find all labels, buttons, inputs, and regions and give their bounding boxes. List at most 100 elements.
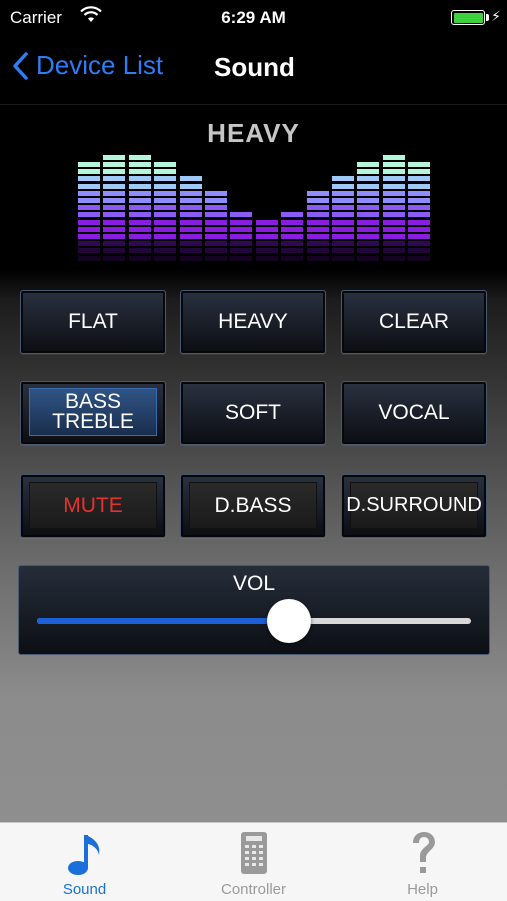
eq-segment (408, 162, 431, 167)
preset-clear-button[interactable]: CLEAR (341, 290, 487, 354)
eq-band-bar (78, 150, 100, 262)
eq-reflection-segment (103, 255, 126, 261)
preset-soft-button[interactable]: SOFT (180, 381, 326, 445)
volume-slider-thumb[interactable] (266, 599, 311, 643)
eq-segment (255, 234, 278, 239)
eq-segment (357, 219, 380, 225)
eq-segment (78, 212, 100, 218)
dbass-label: D.BASS (189, 482, 317, 529)
eq-reflection-segment (179, 255, 202, 261)
eq-segment (78, 169, 100, 175)
eq-segment (382, 169, 405, 175)
eq-segment (154, 234, 177, 239)
eq-segment (357, 162, 380, 167)
eq-reflection-segment (179, 241, 202, 247)
volume-slider-fill (37, 618, 289, 624)
eq-reflection-segment (357, 255, 380, 261)
dsurround-label: D.SURROUND (346, 482, 482, 529)
eq-segment (306, 205, 329, 211)
preset-heavy-button[interactable]: HEAVY (180, 290, 326, 354)
page-title: Sound (214, 52, 295, 82)
eq-segment (78, 226, 100, 232)
tab-sound[interactable]: Sound (0, 823, 169, 901)
eq-segment (408, 190, 431, 196)
eq-segment (382, 176, 405, 182)
eq-reflection-segment (357, 248, 380, 254)
eq-segment (332, 198, 354, 203)
eq-segment (103, 205, 126, 211)
volume-slider-track[interactable] (37, 599, 471, 643)
eq-reflection-segment (306, 241, 329, 247)
eq-reflection-segment (230, 241, 253, 247)
volume-label: VOL (232, 572, 276, 595)
preset-vocal-button[interactable]: VOCAL (341, 381, 487, 445)
back-button[interactable]: Device List (12, 50, 163, 81)
eq-segment (306, 212, 329, 218)
eq-reflection-segment (103, 248, 126, 254)
eq-band-bar (255, 150, 278, 262)
battery-icon (451, 10, 485, 25)
eq-segment (179, 226, 202, 232)
eq-segment (306, 226, 329, 232)
eq-band-bar (332, 150, 354, 262)
eq-segment (128, 234, 151, 239)
eq-segment (103, 154, 126, 160)
eq-reflection-segment (255, 255, 278, 261)
eq-segment (357, 176, 380, 182)
eq-segment (154, 190, 177, 196)
eq-segment (332, 176, 354, 182)
mute-button[interactable]: MUTE (20, 474, 166, 538)
eq-segment (179, 205, 202, 211)
eq-segment (332, 205, 354, 211)
dsurround-button[interactable]: D.SURROUND (341, 474, 487, 538)
eq-segment (179, 219, 202, 225)
eq-band-bar (128, 150, 151, 262)
tab-bar: Sound Controller Help (0, 822, 507, 901)
eq-reflection-segment (281, 248, 304, 254)
tab-help-label: Help (407, 881, 438, 898)
preset-flat-button[interactable]: FLAT (20, 290, 166, 354)
eq-band-bar (179, 150, 202, 262)
preset-vocal-label: VOCAL (378, 401, 450, 424)
eq-segment (128, 219, 151, 225)
eq-segment (128, 198, 151, 203)
eq-reflection-segment (408, 255, 431, 261)
eq-segment (205, 190, 227, 196)
eq-segment (332, 190, 354, 196)
eq-segment (179, 190, 202, 196)
eq-segment (78, 190, 100, 196)
eq-segment (306, 190, 329, 196)
eq-reflection-segment (128, 248, 151, 254)
eq-segment (205, 234, 227, 239)
eq-segment (128, 212, 151, 218)
eq-segment (78, 198, 100, 203)
tab-controller[interactable]: Controller (169, 823, 338, 901)
eq-segment (154, 226, 177, 232)
eq-segment (382, 205, 405, 211)
preset-bass-treble-button[interactable]: BASS TREBLE (20, 381, 166, 445)
eq-segment (154, 176, 177, 182)
preset-soft-label: SOFT (225, 401, 281, 424)
eq-reflection-segment (382, 241, 405, 247)
preset-clear-label: CLEAR (378, 310, 450, 333)
eq-segment (332, 226, 354, 232)
eq-segment (281, 226, 304, 232)
eq-segment (408, 198, 431, 203)
eq-segment (103, 176, 126, 182)
eq-segment (103, 212, 126, 218)
eq-segment (154, 205, 177, 211)
eq-segment (154, 198, 177, 203)
eq-reflection-segment (306, 248, 329, 254)
eq-reflection-segment (408, 248, 431, 254)
tab-help[interactable]: Help (338, 823, 507, 901)
eq-segment (357, 226, 380, 232)
eq-segment (408, 226, 431, 232)
eq-segment (357, 205, 380, 211)
dbass-button[interactable]: D.BASS (180, 474, 326, 538)
eq-reflection-segment (205, 255, 227, 261)
eq-band-bar (205, 150, 227, 262)
eq-segment (408, 183, 431, 189)
eq-reflection-segment (205, 248, 227, 254)
eq-segment (332, 212, 354, 218)
eq-segment (78, 234, 100, 239)
